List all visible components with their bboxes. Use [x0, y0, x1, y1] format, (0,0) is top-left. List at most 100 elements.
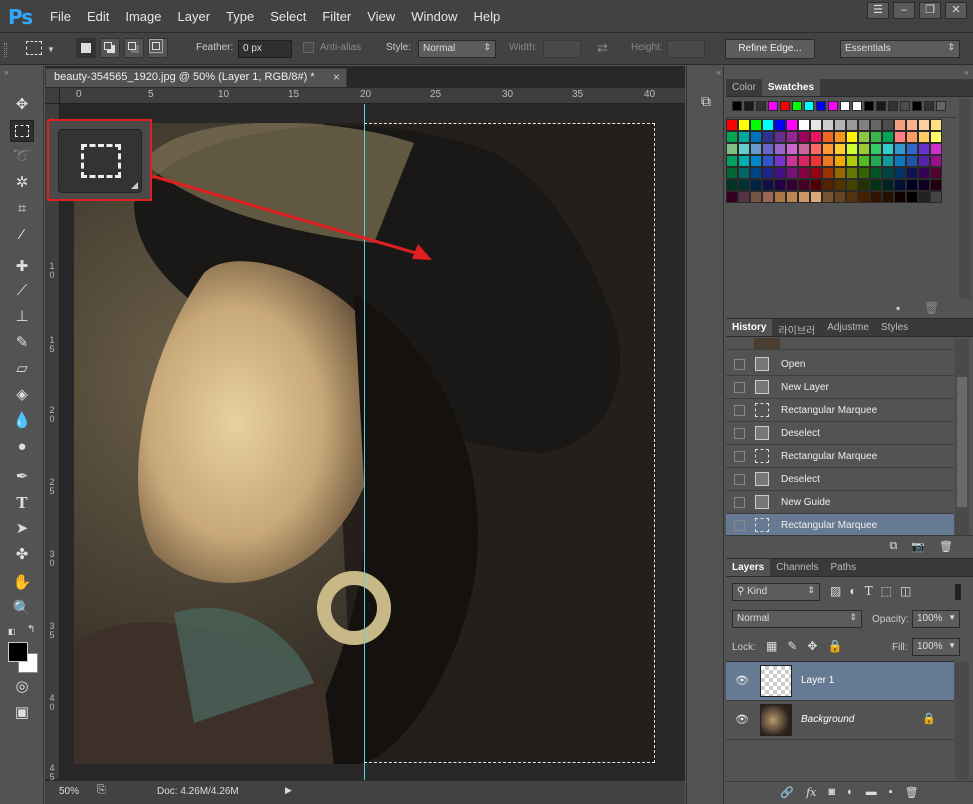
document-tab[interactable]: beauty-354565_1920.jpg @ 50% (Layer 1, R… — [45, 68, 347, 87]
swatch[interactable] — [930, 191, 942, 203]
intersect-selection-button[interactable] — [148, 38, 168, 58]
swatch[interactable] — [858, 155, 870, 167]
swatch[interactable] — [762, 191, 774, 203]
add-selection-button[interactable] — [100, 38, 120, 58]
swatch[interactable] — [858, 191, 870, 203]
swatch[interactable] — [930, 179, 942, 191]
swatch[interactable] — [894, 155, 906, 167]
swatch[interactable] — [810, 155, 822, 167]
swatch[interactable] — [780, 101, 790, 111]
swatch[interactable] — [894, 131, 906, 143]
swatch[interactable] — [750, 131, 762, 143]
swatch[interactable] — [810, 119, 822, 131]
swatch[interactable] — [726, 131, 738, 143]
type-tool-icon[interactable]: T — [10, 492, 34, 514]
swatch[interactable] — [918, 155, 930, 167]
crop-tool-icon[interactable]: ⌗ — [10, 198, 34, 220]
swatch[interactable] — [774, 155, 786, 167]
swatch[interactable] — [810, 143, 822, 155]
swatch[interactable] — [882, 155, 894, 167]
shape-filter-icon[interactable]: ⬚ — [881, 584, 892, 598]
fill-input[interactable]: 100% ▼ — [912, 638, 960, 656]
swatch[interactable] — [738, 143, 750, 155]
menu-image[interactable]: Image — [117, 9, 169, 24]
swatch[interactable] — [900, 101, 910, 111]
layer-row-layer-1[interactable]: 👁 Layer 1 — [726, 662, 954, 701]
swatch[interactable] — [798, 143, 810, 155]
trash-icon[interactable]: 🗑 — [905, 786, 919, 803]
swatch[interactable] — [786, 131, 798, 143]
marquee-preset-icon[interactable] — [26, 41, 42, 55]
swatch[interactable] — [912, 101, 922, 111]
close-window-button[interactable]: ✕ — [945, 2, 967, 19]
rectangular-marquee-tool-icon[interactable] — [10, 120, 34, 142]
history-checkbox[interactable] — [734, 427, 745, 439]
swatch[interactable] — [882, 119, 894, 131]
opacity-input[interactable]: 100% ▼ — [912, 610, 960, 628]
swatch[interactable] — [732, 101, 742, 111]
swatch[interactable] — [906, 131, 918, 143]
swatch[interactable] — [858, 179, 870, 191]
swatch[interactable] — [906, 119, 918, 131]
swatch[interactable] — [858, 167, 870, 179]
pixel-filter-icon[interactable]: ▨ — [830, 584, 841, 598]
history-checkbox[interactable] — [734, 496, 745, 508]
trash-icon[interactable]: 🗑 — [924, 301, 939, 315]
filter-toggle-switch[interactable] — [954, 583, 962, 601]
swatch[interactable] — [834, 131, 846, 143]
swatch[interactable] — [762, 167, 774, 179]
swatch[interactable] — [870, 143, 882, 155]
zoom-level[interactable]: 50% — [59, 786, 79, 797]
type-filter-icon[interactable]: T — [865, 584, 873, 598]
swatch[interactable] — [762, 143, 774, 155]
swatch[interactable] — [834, 167, 846, 179]
swatch[interactable] — [798, 191, 810, 203]
swatch[interactable] — [756, 101, 766, 111]
swatch[interactable] — [846, 167, 858, 179]
refine-edge-button[interactable]: Refine Edge... — [725, 39, 815, 59]
swatch[interactable] — [894, 167, 906, 179]
swatch[interactable] — [918, 131, 930, 143]
subtract-selection-button[interactable] — [124, 38, 144, 58]
swatch[interactable] — [828, 101, 838, 111]
layer-filter-select[interactable]: ⚲ Kind ⇕ — [732, 583, 820, 601]
swatch[interactable] — [930, 119, 942, 131]
swatch[interactable] — [738, 131, 750, 143]
menu-layer[interactable]: Layer — [170, 9, 219, 24]
swatch[interactable] — [822, 179, 834, 191]
swatch[interactable] — [750, 143, 762, 155]
preset-dropdown-icon[interactable]: ▼ — [47, 45, 55, 54]
tab-adjustments[interactable]: Adjustme — [821, 319, 875, 336]
swatch[interactable] — [930, 155, 942, 167]
history-scroll-thumb[interactable] — [957, 377, 967, 507]
swatch[interactable] — [876, 101, 886, 111]
history-item[interactable]: Deselect — [726, 422, 954, 445]
swatch[interactable] — [870, 167, 882, 179]
camera-icon[interactable]: 📷 — [911, 540, 925, 557]
swatches-scrollbar[interactable] — [959, 99, 971, 299]
blend-mode-select[interactable]: Normal ⇕ — [732, 610, 862, 628]
swatch[interactable] — [870, 131, 882, 143]
collapse-arrows-icon[interactable]: » — [4, 68, 8, 77]
swatch[interactable] — [906, 143, 918, 155]
move-tool-icon[interactable]: ✥ — [10, 94, 34, 116]
swatch[interactable] — [774, 143, 786, 155]
swatch[interactable] — [786, 179, 798, 191]
swatch[interactable] — [774, 179, 786, 191]
brush-tool-icon[interactable]: ⟋ — [10, 280, 34, 302]
pen-tool-icon[interactable]: ✒ — [10, 466, 34, 488]
swatch[interactable] — [750, 167, 762, 179]
status-arrow-icon[interactable]: ▶ — [285, 785, 292, 796]
swatch[interactable] — [738, 155, 750, 167]
lock-image-icon[interactable]: ✎ — [787, 639, 797, 653]
layer-row-background[interactable]: 👁 Background 🔒 — [726, 701, 954, 740]
swatch[interactable] — [846, 143, 858, 155]
tab-layers[interactable]: Layers — [726, 559, 771, 576]
swatch[interactable] — [822, 155, 834, 167]
eye-icon[interactable]: 👁 — [735, 713, 749, 727]
tab-libraries[interactable]: 라이브러 — [772, 319, 821, 337]
swatch[interactable] — [822, 167, 834, 179]
close-tab-icon[interactable]: × — [333, 70, 340, 84]
swatch[interactable] — [726, 119, 738, 131]
swatch[interactable] — [762, 119, 774, 131]
